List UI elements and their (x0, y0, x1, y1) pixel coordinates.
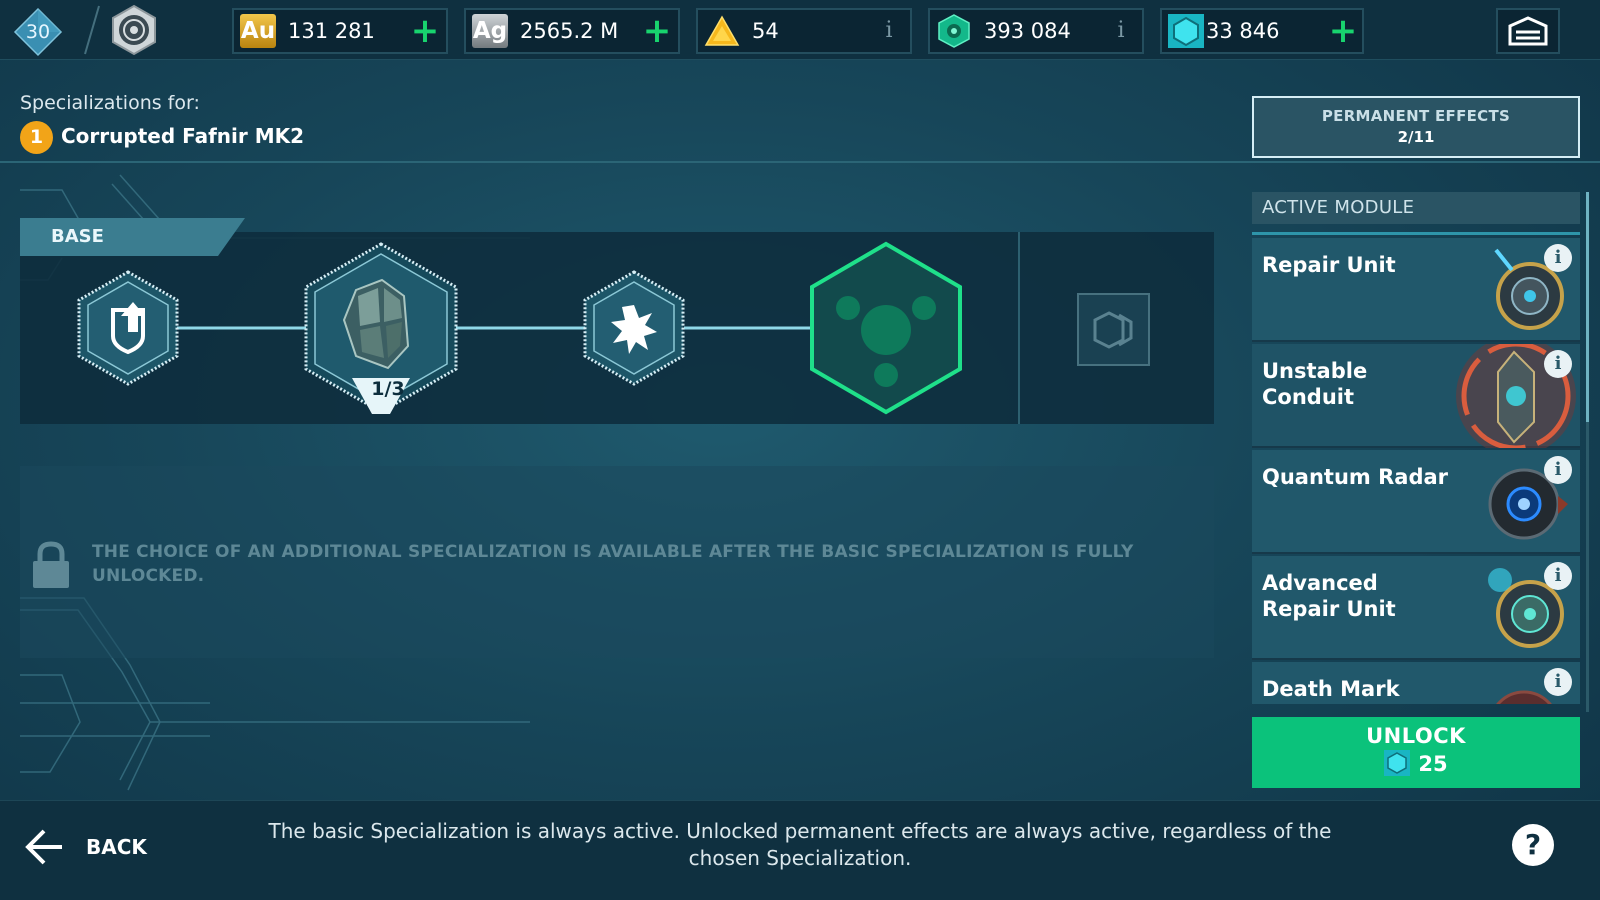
lock-icon (33, 541, 69, 588)
hex-slot-icon (1093, 311, 1133, 349)
module-name: Advanced Repair Unit (1262, 571, 1396, 621)
unlock-cost: 25 (1418, 752, 1448, 776)
module-info-icon[interactable]: i (1544, 562, 1572, 590)
module-info-icon[interactable]: i (1544, 350, 1572, 378)
module-advanced-repair-unit[interactable]: Advanced Repair Unit i (1252, 556, 1580, 660)
node-shield-upgrade[interactable] (77, 270, 179, 386)
hex-crystal-icon (1384, 750, 1411, 776)
back-button[interactable]: BACK (22, 824, 162, 870)
module-quantum-radar[interactable]: Quantum Radar i (1252, 450, 1580, 554)
back-arrow-icon (25, 829, 62, 865)
module-name: Repair Unit (1262, 253, 1396, 277)
active-module-list: Repair Unit i Unstable Conduit i Quantum… (1252, 238, 1580, 704)
back-label: BACK (86, 835, 147, 859)
module-name: Quantum Radar (1262, 465, 1449, 489)
active-module-title: ACTIVE MODULE (1262, 197, 1415, 218)
module-death-mark[interactable]: Death Mark i (1252, 662, 1580, 704)
footer-hint: The basic Specialization is always activ… (268, 819, 1332, 870)
unlock-label: UNLOCK (1366, 724, 1466, 748)
module-info-icon[interactable]: i (1544, 668, 1572, 696)
module-repair-unit[interactable]: Repair Unit i (1252, 238, 1580, 342)
node-selected-slot[interactable] (810, 241, 962, 415)
active-module-underline (1252, 232, 1580, 235)
help-icon[interactable]: ? (1512, 824, 1554, 866)
module-info-icon[interactable]: i (1544, 244, 1572, 272)
module-unstable-conduit[interactable]: Unstable Conduit i (1252, 344, 1580, 448)
node-burst-effect[interactable] (583, 270, 685, 386)
locked-message: THE CHOICE OF AN ADDITIONAL SPECIALIZATI… (92, 542, 1134, 586)
module-scrollbar-thumb[interactable] (1586, 192, 1589, 422)
active-module-header: ACTIVE MODULE (1252, 192, 1580, 224)
module-name: Death Mark (1262, 677, 1400, 701)
module-info-icon[interactable]: i (1544, 456, 1572, 484)
unlock-button[interactable]: UNLOCK 25 (1252, 717, 1580, 788)
locked-specialization-slot[interactable] (1077, 293, 1150, 366)
armor-upgrade-counter: 1/3 (371, 378, 405, 400)
